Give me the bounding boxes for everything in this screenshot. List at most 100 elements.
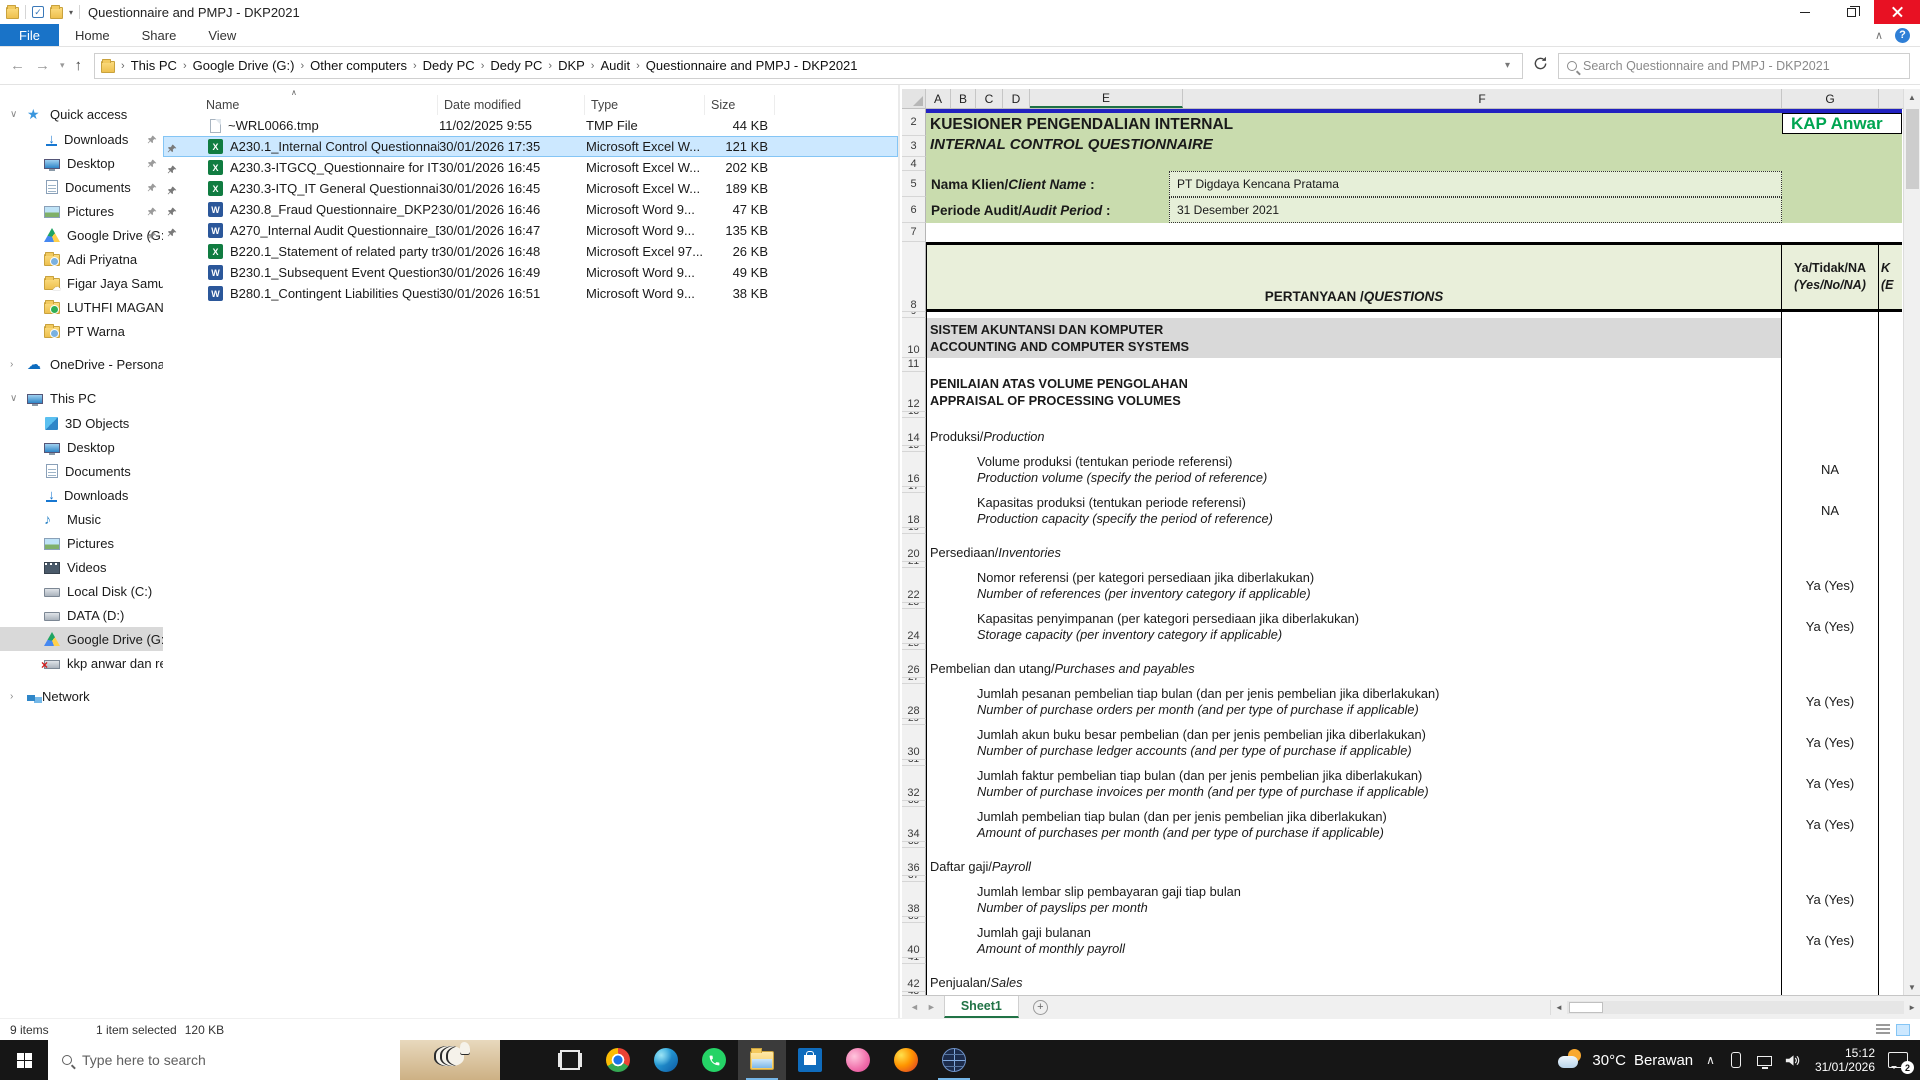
- row-number[interactable]: 20: [902, 534, 926, 562]
- row-number[interactable]: 42: [902, 964, 926, 992]
- help-icon[interactable]: ?: [1895, 28, 1910, 43]
- taskbar-app-paint-pink-app[interactable]: [834, 1040, 882, 1080]
- properties-icon[interactable]: ✓: [32, 6, 44, 18]
- row-number[interactable]: 14: [902, 418, 926, 446]
- sheet-row-34[interactable]: 34Jumlah pembelian tiap bulan (dan per j…: [902, 807, 1902, 842]
- sidebar-item-luthfi-magang[interactable]: LUTHFI MAGANG: [0, 295, 163, 319]
- sidebar-item-google-drive-g-[interactable]: Google Drive (G:): [0, 223, 163, 247]
- column-header-type[interactable]: Type: [585, 95, 705, 115]
- sheet-corner-cell[interactable]: [902, 89, 926, 108]
- question-cell[interactable]: Persediaan/Inventories: [926, 534, 1782, 562]
- column-header-D[interactable]: D: [1003, 89, 1030, 108]
- client-name-value[interactable]: PT Digdaya Kencana Pratama: [1169, 171, 1782, 197]
- sheet-row-20[interactable]: 20Persediaan/Inventories: [902, 534, 1902, 562]
- minimize-button[interactable]: [1782, 0, 1828, 24]
- question-cell[interactable]: Jumlah pembelian tiap bulan (dan per jen…: [926, 807, 1782, 842]
- sheet-row-40[interactable]: 40Jumlah gaji bulananAmount of monthly p…: [902, 923, 1902, 958]
- answer-cell[interactable]: Ya (Yes): [1782, 609, 1879, 644]
- sheet-nav-left-icon[interactable]: ◄: [902, 1002, 927, 1012]
- answer-cell[interactable]: [1782, 848, 1879, 876]
- sidebar-item-pictures[interactable]: Pictures: [0, 531, 163, 555]
- question-cell[interactable]: Daftar gaji/Payroll: [926, 848, 1782, 876]
- ribbon-tab-file[interactable]: File: [0, 24, 59, 46]
- note-cell[interactable]: [1879, 609, 1902, 644]
- row-number[interactable]: 11: [902, 358, 926, 372]
- sheet-row-18[interactable]: 18Kapasitas produksi (tentukan periode r…: [902, 493, 1902, 528]
- row-number[interactable]: 5: [902, 171, 926, 197]
- sidebar-section-onedrive-personal[interactable]: ›☁OneDrive - Personal: [0, 351, 163, 377]
- breadcrumb-segment[interactable]: Questionnaire and PMPJ - DKP2021: [642, 58, 862, 73]
- row-number[interactable]: 6: [902, 197, 926, 223]
- note-cell[interactable]: [1879, 684, 1902, 719]
- question-cell[interactable]: [926, 358, 1782, 372]
- scroll-left-icon[interactable]: ◄: [1551, 1003, 1567, 1012]
- sidebar-item-pictures[interactable]: Pictures: [0, 199, 163, 223]
- answer-cell[interactable]: [1782, 418, 1879, 446]
- answer-cell[interactable]: [1782, 318, 1879, 358]
- sheet-nav-right-icon[interactable]: ►: [927, 1002, 944, 1012]
- sidebar-item-pt-warna[interactable]: PT Warna: [0, 319, 163, 343]
- row-number[interactable]: 32: [902, 766, 926, 801]
- zebra-promo-image[interactable]: [400, 1040, 500, 1080]
- answer-cell[interactable]: Ya (Yes): [1782, 568, 1879, 603]
- sheet-row-28[interactable]: 28Jumlah pesanan pembelian tiap bulan (d…: [902, 684, 1902, 719]
- row-number[interactable]: 7: [902, 223, 926, 242]
- note-cell[interactable]: [1879, 725, 1902, 760]
- column-header-date-modified[interactable]: Date modified: [438, 95, 585, 115]
- note-cell[interactable]: [1879, 452, 1902, 487]
- horizontal-scrollbar[interactable]: ◄ ►: [1550, 1000, 1920, 1015]
- answer-cell[interactable]: [1782, 964, 1879, 992]
- taskbar-search-input[interactable]: Type here to search: [48, 1040, 500, 1080]
- start-button[interactable]: [0, 1040, 48, 1080]
- sidebar-item-downloads[interactable]: ↓Downloads: [0, 127, 163, 151]
- column-header-C[interactable]: C: [976, 89, 1003, 108]
- row-number[interactable]: 16: [902, 452, 926, 487]
- sheet-row-24[interactable]: 24Kapasitas penyimpanan (per kategori pe…: [902, 609, 1902, 644]
- row-number[interactable]: 8: [902, 242, 926, 312]
- column-header-size[interactable]: Size: [705, 95, 775, 115]
- column-header-A[interactable]: A: [926, 89, 951, 108]
- question-cell[interactable]: Produksi/Production: [926, 418, 1782, 446]
- sidebar-item-local-disk-c-[interactable]: Local Disk (C:): [0, 579, 163, 603]
- column-header-name[interactable]: Name: [163, 95, 438, 115]
- back-button[interactable]: ←: [10, 57, 25, 74]
- answer-cell[interactable]: NA: [1782, 493, 1879, 528]
- sidebar-item-data-d-[interactable]: DATA (D:): [0, 603, 163, 627]
- note-cell[interactable]: [1879, 534, 1902, 562]
- sidebar-item-documents[interactable]: Documents: [0, 459, 163, 483]
- note-cell[interactable]: [1879, 318, 1902, 358]
- ribbon-tab-view[interactable]: View: [192, 24, 252, 46]
- sheet-tab[interactable]: Sheet1: [944, 996, 1019, 1018]
- sheet-row-38[interactable]: 38Jumlah lembar slip pembayaran gaji tia…: [902, 882, 1902, 917]
- breadcrumb-segment[interactable]: Other computers: [306, 58, 411, 73]
- taskbar-app-chrome[interactable]: [594, 1040, 642, 1080]
- recent-locations-caret-icon[interactable]: ▾: [60, 60, 65, 71]
- sidebar-section-network[interactable]: ›Network: [0, 683, 163, 709]
- answer-cell[interactable]: NA: [1782, 452, 1879, 487]
- taskbar-app-globe-app[interactable]: [930, 1040, 978, 1080]
- question-cell[interactable]: Pembelian dan utang/Purchases and payabl…: [926, 650, 1782, 678]
- sheet-row-12[interactable]: 12PENILAIAN ATAS VOLUME PENGOLAHANAPPRAI…: [902, 372, 1902, 412]
- sheet-row-42[interactable]: 42Penjualan/Sales: [902, 964, 1902, 992]
- answer-cell[interactable]: [1782, 358, 1879, 372]
- scroll-up-icon[interactable]: ▲: [1904, 89, 1920, 105]
- column-header-B[interactable]: B: [951, 89, 976, 108]
- question-cell[interactable]: Jumlah faktur pembelian tiap bulan (dan …: [926, 766, 1782, 801]
- answer-cell[interactable]: [1782, 372, 1879, 412]
- row-number[interactable]: 2: [902, 109, 926, 136]
- sidebar-item-videos[interactable]: Videos: [0, 555, 163, 579]
- large-icons-view-icon[interactable]: [1896, 1024, 1910, 1036]
- note-cell[interactable]: [1879, 650, 1902, 678]
- ribbon-tab-home[interactable]: Home: [59, 24, 126, 46]
- scroll-right-icon[interactable]: ►: [1904, 1003, 1920, 1012]
- file-row[interactable]: ~WRL0066.tmp11/02/2025 9:55TMP File44 KB: [163, 115, 898, 136]
- file-row[interactable]: XA230.3-ITQ_IT General Questionnaire_DK.…: [163, 178, 898, 199]
- sheet-row-22[interactable]: 22Nomor referensi (per kategori persedia…: [902, 568, 1902, 603]
- note-cell[interactable]: [1879, 372, 1902, 412]
- answer-cell[interactable]: Ya (Yes): [1782, 807, 1879, 842]
- row-number[interactable]: 38: [902, 882, 926, 917]
- sidebar-item-google-drive-g-[interactable]: Google Drive (G:): [0, 627, 163, 651]
- taskbar-app-edge[interactable]: [642, 1040, 690, 1080]
- sidebar-section-this-pc[interactable]: ∨This PC: [0, 385, 163, 411]
- question-cell[interactable]: Jumlah pesanan pembelian tiap bulan (dan…: [926, 684, 1782, 719]
